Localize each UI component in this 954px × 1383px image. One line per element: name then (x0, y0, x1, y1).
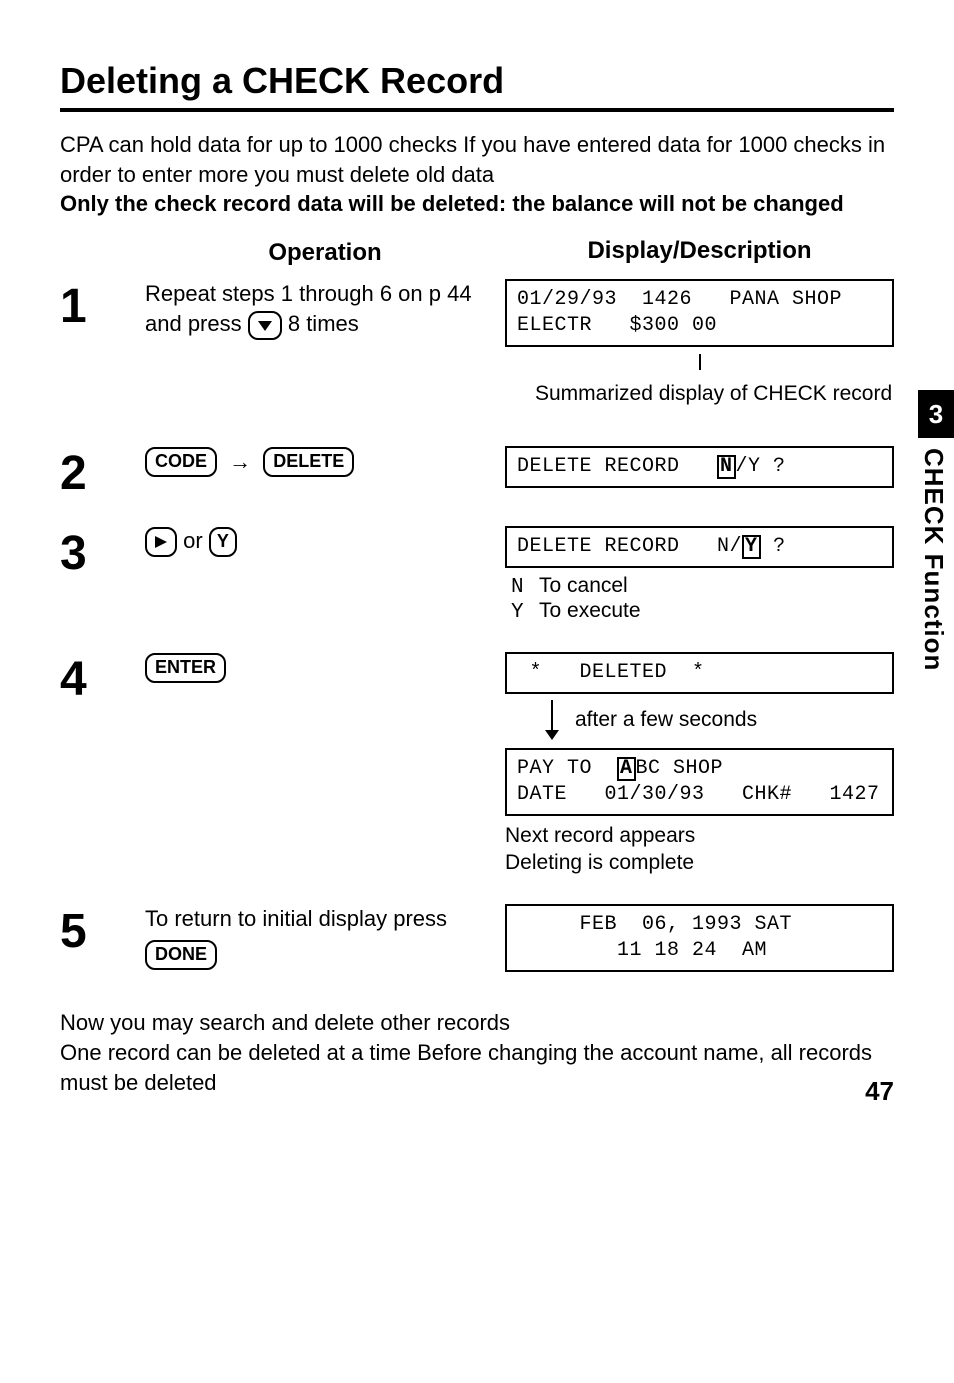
lcd-step4b: PAY TO ABC SHOP DATE 01/30/93 CHK# 1427 (505, 748, 894, 816)
step-3: 3 or Y DELETE RECORD N/Y ? NTo cancel YT… (60, 526, 894, 624)
step-number: 5 (60, 904, 145, 956)
lcd-step1: 01/29/93 1426 PANA SHOP ELECTR $300 00 (505, 279, 894, 347)
y-key: Y (209, 527, 237, 557)
lcd-step2: DELETE RECORD N/Y ? (505, 446, 894, 488)
lcd-step3: DELETE RECORD N/Y ? (505, 526, 894, 568)
step1-op-b: 8 times (282, 311, 359, 336)
lcd-step5: FEB 06, 1993 SAT 11 18 24 AM (505, 904, 894, 972)
tab-label: CHECK Function (918, 448, 949, 671)
code-key: CODE (145, 447, 217, 477)
arrow-right-icon: → (229, 447, 251, 477)
page-title: Deleting a CHECK Record (60, 60, 894, 112)
step-5: 5 To return to initial display press DON… (60, 904, 894, 978)
step-number: 1 (60, 279, 145, 331)
step-number: 2 (60, 446, 145, 498)
step-1: 1 Repeat steps 1 through 6 on p 44 and p… (60, 279, 894, 417)
step4-note: Next record appears Deleting is complete (505, 822, 894, 877)
done-key: DONE (145, 940, 217, 970)
page-number: 47 (865, 1076, 894, 1107)
delete-key: DELETE (263, 447, 354, 477)
highlighted-n-icon: N (717, 455, 736, 479)
side-tab: 3 CHECK Function (918, 390, 954, 671)
ny-legend: NTo cancel YTo execute (511, 574, 894, 624)
header-operation: Operation (145, 237, 505, 269)
down-arrow-icon (545, 700, 559, 740)
step-4: 4 ENTER * DELETED * after a few seconds … (60, 652, 894, 877)
intro-bold: Only the check record data will be delet… (60, 191, 844, 216)
step-number: 3 (60, 526, 145, 578)
header-display: Display/Description (505, 237, 894, 269)
highlighted-y-icon: Y (742, 535, 761, 559)
intro-line1: CPA can hold data for up to 1000 checks … (60, 132, 885, 187)
down-key-icon (248, 311, 282, 341)
intro-text: CPA can hold data for up to 1000 checks … (60, 130, 894, 219)
after-text: after a few seconds (575, 708, 757, 732)
connector-icon (505, 353, 894, 376)
lcd-step4a: * DELETED * (505, 652, 894, 694)
footer-note: Now you may search and delete other reco… (60, 1008, 894, 1097)
step-2: 2 CODE → DELETE DELETE RECORD N/Y ? (60, 446, 894, 498)
right-key-icon (145, 527, 177, 557)
step5-op: To return to initial display press (145, 906, 447, 931)
or-text: or (183, 528, 209, 553)
step1-note: Summarized display of CHECK record (535, 380, 894, 407)
tab-number: 3 (918, 390, 954, 438)
enter-key: ENTER (145, 653, 226, 683)
highlighted-a-icon: A (617, 757, 636, 781)
step-number: 4 (60, 652, 145, 704)
